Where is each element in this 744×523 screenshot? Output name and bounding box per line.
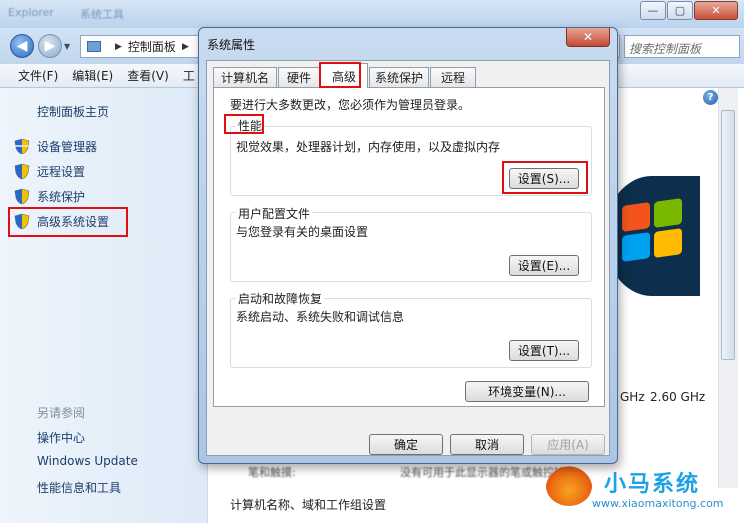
advanced-tab-panel: 要进行大多数更改，您必须作为管理员登录。 性能 视觉效果，处理器计划，内存使用，… [213, 87, 605, 407]
tab-remote[interactable]: 远程 [430, 67, 476, 87]
breadcrumb-separator: ▶ [115, 41, 122, 52]
startup-recovery-settings-button[interactable]: 设置(T)... [509, 340, 579, 361]
shield-icon [14, 138, 30, 155]
explorer-title-2: 系统工具 [80, 8, 124, 21]
search-input[interactable]: 搜索控制面板 [624, 35, 740, 58]
dialog-close-button[interactable]: ✕ [566, 28, 610, 47]
menu-edit[interactable]: 编辑(E) [72, 67, 113, 84]
maximize-button[interactable]: ▢ [667, 1, 693, 20]
sidebar-item-system-protection[interactable]: 系统保护 [37, 188, 85, 205]
see-also-windows-update[interactable]: Windows Update [37, 454, 138, 468]
computer-name-heading: 计算机名称、域和工作组设置 [230, 498, 387, 512]
menu-view[interactable]: 查看(V) [127, 67, 169, 84]
control-panel-icon [87, 41, 101, 52]
watermark-title: 小马系统 [604, 472, 701, 497]
scrollbar-thumb[interactable] [721, 110, 735, 360]
admin-note: 要进行大多数更改，您必须作为管理员登录。 [230, 98, 471, 112]
close-button[interactable]: ✕ [694, 1, 738, 20]
startup-recovery-desc: 系统启动、系统失败和调试信息 [236, 310, 405, 324]
breadcrumb-separator-2: ▶ [181, 41, 189, 52]
performance-desc: 视觉效果，处理器计划，内存使用，以及虚拟内存 [236, 140, 501, 154]
cancel-button[interactable]: 取消 [450, 434, 524, 455]
user-profiles-settings-button[interactable]: 设置(E)... [509, 255, 579, 276]
minimize-button[interactable]: — [640, 1, 666, 20]
pen-touch-label: 笔和触摸: [248, 466, 296, 479]
see-also-title: 另请参阅 [37, 406, 86, 420]
highlight-box [319, 62, 361, 88]
sidebar-item-remote-settings[interactable]: 远程设置 [37, 163, 85, 180]
breadcrumb-control-panel[interactable]: 控制面板 [128, 38, 176, 55]
environment-variables-button[interactable]: 环境变量(N)... [465, 381, 589, 402]
dialog-title: 系统属性 [207, 38, 256, 52]
forward-button[interactable]: ▶ [38, 34, 62, 58]
shield-icon [14, 188, 30, 205]
watermark-url: www.xiaomaxitong.com [592, 497, 724, 510]
see-also-action-center[interactable]: 操作中心 [37, 429, 85, 446]
see-also-performance-info[interactable]: 性能信息和工具 [37, 479, 121, 496]
back-button[interactable]: ◀ [10, 34, 34, 58]
dialog-body: 计算机名 硬件 高级 系统保护 远程 要进行大多数更改，您必须作为管理员登录。 … [206, 60, 610, 456]
tab-system-protection[interactable]: 系统保护 [369, 67, 429, 87]
system-properties-dialog: 系统属性 ✕ 计算机名 硬件 高级 系统保护 远程 要进行大多数更改，您必须作为… [198, 27, 618, 464]
processor-speed-partial: GHz [620, 390, 645, 404]
explorer-titlebar: Explorer 系统工具 — ▢ ✕ [0, 0, 744, 28]
watermark-logo-icon [546, 466, 592, 506]
user-profiles-title: 用户配置文件 [236, 205, 313, 222]
startup-recovery-title: 启动和故障恢复 [236, 290, 325, 307]
help-icon[interactable]: ? [703, 90, 718, 105]
user-profiles-desc: 与您登录有关的桌面设置 [236, 225, 369, 239]
left-nav-pane: 控制面板主页 设备管理器 远程设置 系统保护 高级系统设置 另请参阅 操作中心 … [0, 88, 208, 523]
highlight-box [502, 161, 588, 194]
ok-button[interactable]: 确定 [369, 434, 443, 455]
control-panel-home-link[interactable]: 控制面板主页 [37, 103, 109, 120]
menu-tools[interactable]: 工 [183, 67, 195, 84]
windows-logo [604, 176, 700, 296]
highlight-box [8, 207, 128, 237]
tab-hardware[interactable]: 硬件 [278, 67, 320, 87]
tab-computer-name[interactable]: 计算机名 [213, 67, 277, 87]
history-dropdown-icon[interactable]: ▼ [64, 42, 70, 51]
menu-file[interactable]: 文件(F) [18, 67, 58, 84]
processor-speed: 2.60 GHz [650, 390, 706, 404]
apply-button[interactable]: 应用(A) [531, 434, 605, 455]
sidebar-item-device-manager[interactable]: 设备管理器 [37, 138, 97, 155]
highlight-box [224, 114, 264, 134]
explorer-title: Explorer [8, 6, 54, 19]
shield-icon [14, 163, 30, 180]
